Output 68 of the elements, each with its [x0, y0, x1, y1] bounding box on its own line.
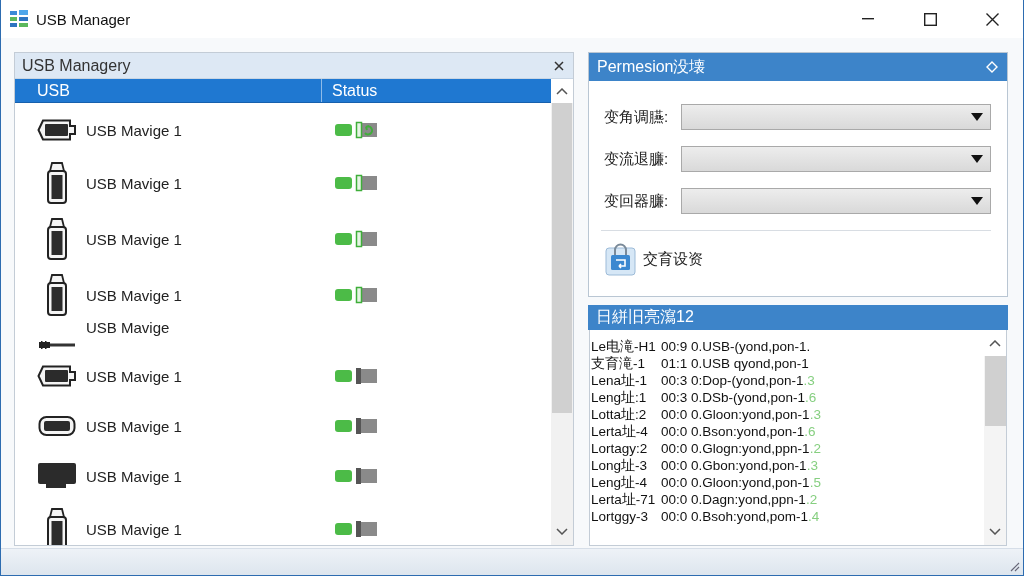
maximize-icon — [923, 12, 937, 26]
log-source: Lerta址-71 — [591, 490, 657, 509]
usb-cable-icon — [39, 341, 75, 349]
usb-drive-icon — [37, 119, 77, 141]
usb-stick-icon — [46, 274, 68, 316]
log-message: 00:0 0.Gloon:yond,pon-1.5 — [661, 475, 821, 490]
caret-icon — [971, 155, 983, 163]
column-header: USB — [36, 80, 71, 101]
log-message: 01:1 0.USB qyond,pon-1 — [661, 356, 809, 371]
scroll-down-icon[interactable] — [989, 528, 1001, 535]
log-source: Lotta址:2 — [591, 405, 648, 424]
device-name: USB Mavige 1 — [86, 367, 182, 385]
field-label: 变角调臙: — [604, 107, 670, 127]
log-message: 00:0 0.Bsoh:yond,pom-1.4 — [661, 509, 820, 524]
diamond-icon[interactable] — [986, 61, 998, 73]
scroll-up-icon[interactable] — [556, 87, 568, 95]
log-message: 00:0 0.Gbon:yond,pon-1.3 — [661, 458, 818, 473]
log-source: Lena址-1 — [591, 371, 649, 390]
scroll-down-icon[interactable] — [556, 528, 568, 535]
scrollbar-thumb[interactable] — [984, 356, 1006, 426]
scrollbar-thumb[interactable] — [552, 103, 572, 413]
app-icon — [10, 10, 28, 28]
panel-title: Permesion没壊 — [597, 56, 706, 77]
scroll-up-icon[interactable] — [989, 339, 1001, 347]
drive-icon — [38, 415, 76, 437]
log-message: 00:0 0.Dagn:yond,ppn-1.2 — [661, 492, 818, 507]
log-message: 00:0 0.Gloon:yond,pon-1.3 — [661, 407, 821, 422]
field-label: 变流退臁: — [604, 149, 670, 169]
resize-grip-icon[interactable] — [1009, 561, 1020, 572]
log-message: 00:0 0.Bson:yond,pon-1.6 — [661, 424, 816, 439]
caret-icon — [971, 113, 983, 121]
apply-button[interactable]: 交育设资 — [605, 242, 703, 276]
monitor-icon — [38, 463, 76, 489]
close-icon — [985, 12, 999, 26]
dropdown[interactable] — [681, 188, 991, 214]
device-name: USB Mavige — [86, 319, 170, 336]
panel-title: USB Managery — [22, 56, 131, 75]
log-source: Lerta址-4 — [591, 422, 649, 441]
log-source: Leng址:1 — [591, 388, 648, 407]
device-name: USB Mavige 1 — [86, 286, 182, 304]
window-title: USB Manager — [36, 10, 131, 28]
device-name: USB Mavige 1 — [86, 467, 182, 485]
device-name: USB Mavige 1 — [86, 520, 182, 538]
dropdown[interactable] — [681, 104, 991, 130]
log-message: 00:3 0:Dop-(yond,pon-1.3 — [661, 373, 815, 388]
device-name: USB Mavige 1 — [86, 174, 182, 192]
usb-stick-icon — [46, 218, 68, 260]
device-name: USB Mavige 1 — [86, 417, 182, 435]
minimize-icon — [862, 18, 874, 20]
field-label: 变回器臁: — [604, 191, 670, 211]
log-source: Long址-3 — [591, 456, 649, 475]
close-icon[interactable] — [554, 60, 564, 71]
device-name: USB Mavige 1 — [86, 121, 182, 139]
log-source: Lortggy-3 — [591, 509, 650, 524]
log-message: 00:9 0.USB-(yond,pon-1. — [661, 339, 811, 354]
log-source: 支育滝-1 — [591, 354, 646, 373]
usb-drive-icon — [37, 365, 77, 387]
log-message: 00:3 0.DSb-(yond,pon-1.6 — [661, 390, 817, 405]
log-source: Leng址-4 — [591, 473, 649, 492]
usb-stick-icon — [46, 162, 68, 204]
caret-icon — [971, 197, 983, 205]
device-name: USB Mavige 1 — [86, 230, 182, 248]
lock-icon — [605, 242, 636, 276]
panel-title: 日絣旧亮瀉12 — [596, 307, 694, 327]
log-source: Lortagy:2 — [591, 441, 649, 456]
log-message: 00:0 0.Glogn:yond,ppn-1.2 — [661, 441, 821, 456]
log-source: Le电滝-H1 — [591, 337, 657, 356]
dropdown[interactable] — [681, 146, 991, 172]
